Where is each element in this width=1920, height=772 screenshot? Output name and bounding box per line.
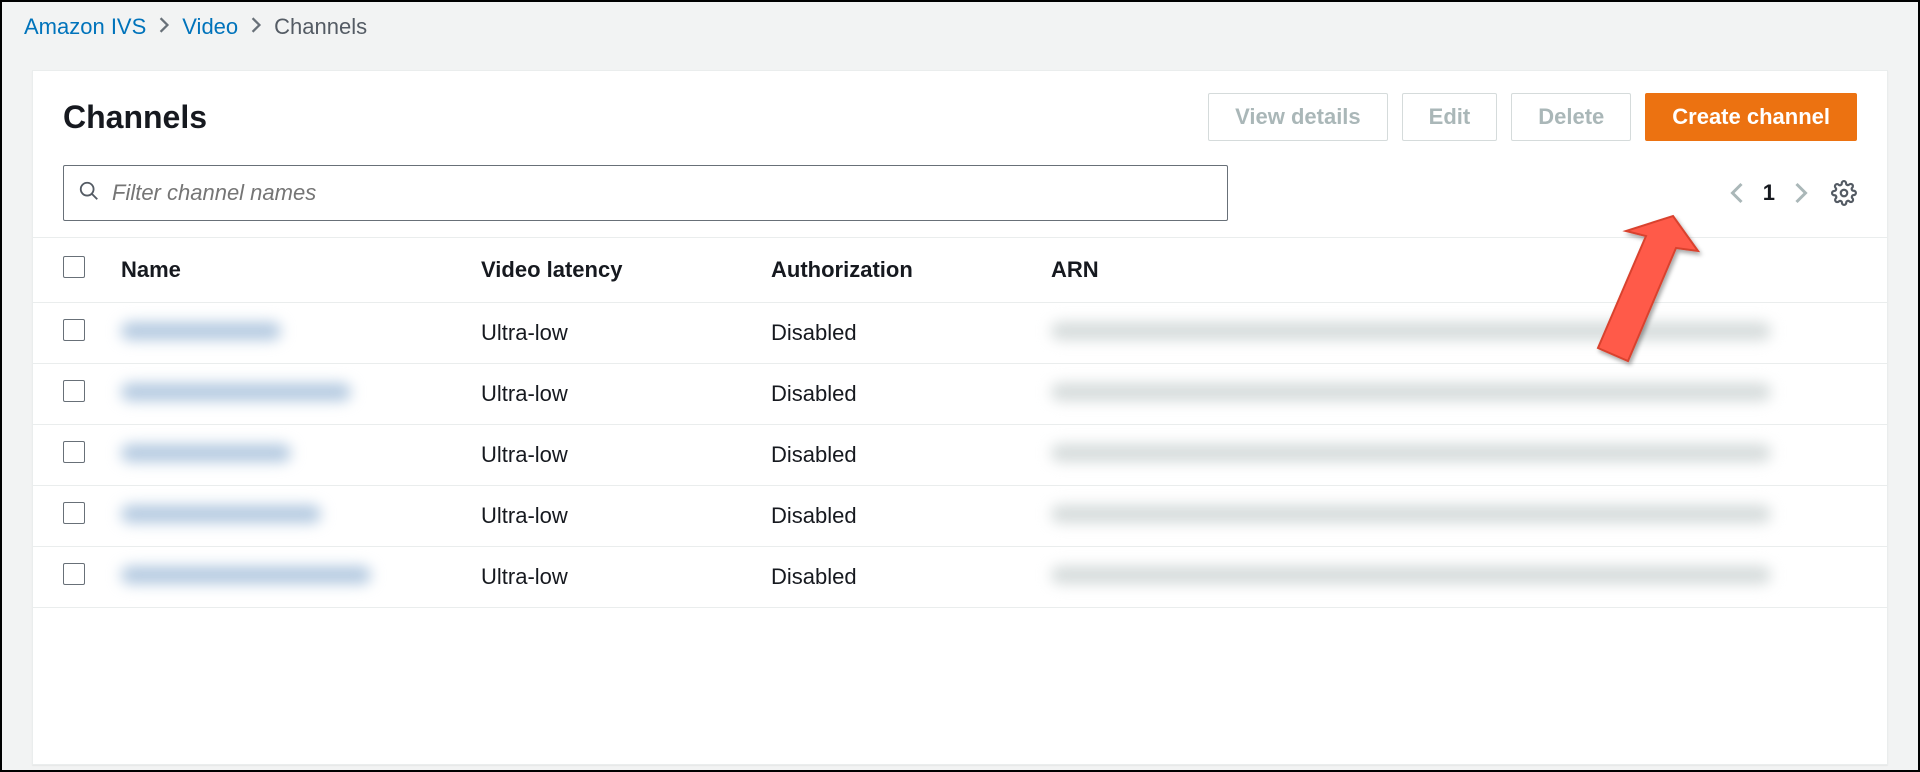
cell-auth: Disabled bbox=[753, 486, 1033, 547]
header-auth[interactable]: Authorization bbox=[753, 238, 1033, 303]
cell-latency: Ultra-low bbox=[463, 303, 753, 364]
header-latency[interactable]: Video latency bbox=[463, 238, 753, 303]
table-row: Ultra-low Disabled bbox=[33, 486, 1887, 547]
breadcrumb-item-video[interactable]: Video bbox=[182, 14, 238, 40]
chevron-right-icon bbox=[158, 17, 170, 38]
channel-name-redacted[interactable] bbox=[121, 444, 291, 462]
row-checkbox[interactable] bbox=[63, 380, 85, 402]
pagination: 1 bbox=[1729, 180, 1857, 206]
breadcrumb-item-amazon-ivs[interactable]: Amazon IVS bbox=[24, 14, 146, 40]
cell-arn-redacted bbox=[1051, 444, 1771, 462]
edit-button[interactable]: Edit bbox=[1402, 93, 1498, 141]
cell-arn-redacted bbox=[1051, 566, 1771, 584]
cell-auth: Disabled bbox=[753, 364, 1033, 425]
chevron-right-icon bbox=[250, 17, 262, 38]
filter-input[interactable] bbox=[112, 180, 1213, 206]
cell-latency: Ultra-low bbox=[463, 364, 753, 425]
view-details-button[interactable]: View details bbox=[1208, 93, 1388, 141]
channel-name-redacted[interactable] bbox=[121, 383, 351, 401]
delete-button[interactable]: Delete bbox=[1511, 93, 1631, 141]
row-checkbox[interactable] bbox=[63, 502, 85, 524]
table-row: Ultra-low Disabled bbox=[33, 547, 1887, 608]
page-number: 1 bbox=[1763, 180, 1775, 206]
cell-latency: Ultra-low bbox=[463, 547, 753, 608]
cell-arn-redacted bbox=[1051, 505, 1771, 523]
prev-page-button[interactable] bbox=[1729, 181, 1745, 205]
table-row: Ultra-low Disabled bbox=[33, 303, 1887, 364]
channel-name-redacted[interactable] bbox=[121, 566, 371, 584]
cell-latency: Ultra-low bbox=[463, 486, 753, 547]
table-header-row: Name Video latency Authorization ARN bbox=[33, 238, 1887, 303]
select-all-header bbox=[33, 238, 103, 303]
next-page-button[interactable] bbox=[1793, 181, 1809, 205]
cell-auth: Disabled bbox=[753, 547, 1033, 608]
cell-auth: Disabled bbox=[753, 303, 1033, 364]
header-arn[interactable]: ARN bbox=[1033, 238, 1887, 303]
cell-arn-redacted bbox=[1051, 322, 1771, 340]
row-checkbox[interactable] bbox=[63, 441, 85, 463]
cell-latency: Ultra-low bbox=[463, 425, 753, 486]
cell-arn-redacted bbox=[1051, 383, 1771, 401]
create-channel-button[interactable]: Create channel bbox=[1645, 93, 1857, 141]
toolbar: 1 bbox=[33, 151, 1887, 237]
breadcrumb-item-channels: Channels bbox=[274, 14, 367, 40]
channel-name-redacted[interactable] bbox=[121, 505, 321, 523]
filter-container bbox=[63, 165, 1228, 221]
breadcrumb: Amazon IVS Video Channels bbox=[2, 2, 1918, 52]
action-buttons: View details Edit Delete Create channel bbox=[1208, 93, 1857, 141]
row-checkbox[interactable] bbox=[63, 319, 85, 341]
cell-auth: Disabled bbox=[753, 425, 1033, 486]
channel-name-redacted[interactable] bbox=[121, 322, 281, 340]
channels-panel: Channels View details Edit Delete Create… bbox=[32, 70, 1888, 765]
search-icon bbox=[78, 180, 100, 207]
table-row: Ultra-low Disabled bbox=[33, 425, 1887, 486]
header-name[interactable]: Name bbox=[103, 238, 463, 303]
settings-button[interactable] bbox=[1831, 180, 1857, 206]
table-row: Ultra-low Disabled bbox=[33, 364, 1887, 425]
row-checkbox[interactable] bbox=[63, 563, 85, 585]
page-title: Channels bbox=[63, 99, 207, 136]
select-all-checkbox[interactable] bbox=[63, 256, 85, 278]
channels-table: Name Video latency Authorization ARN Ult… bbox=[33, 237, 1887, 608]
panel-header: Channels View details Edit Delete Create… bbox=[33, 71, 1887, 151]
